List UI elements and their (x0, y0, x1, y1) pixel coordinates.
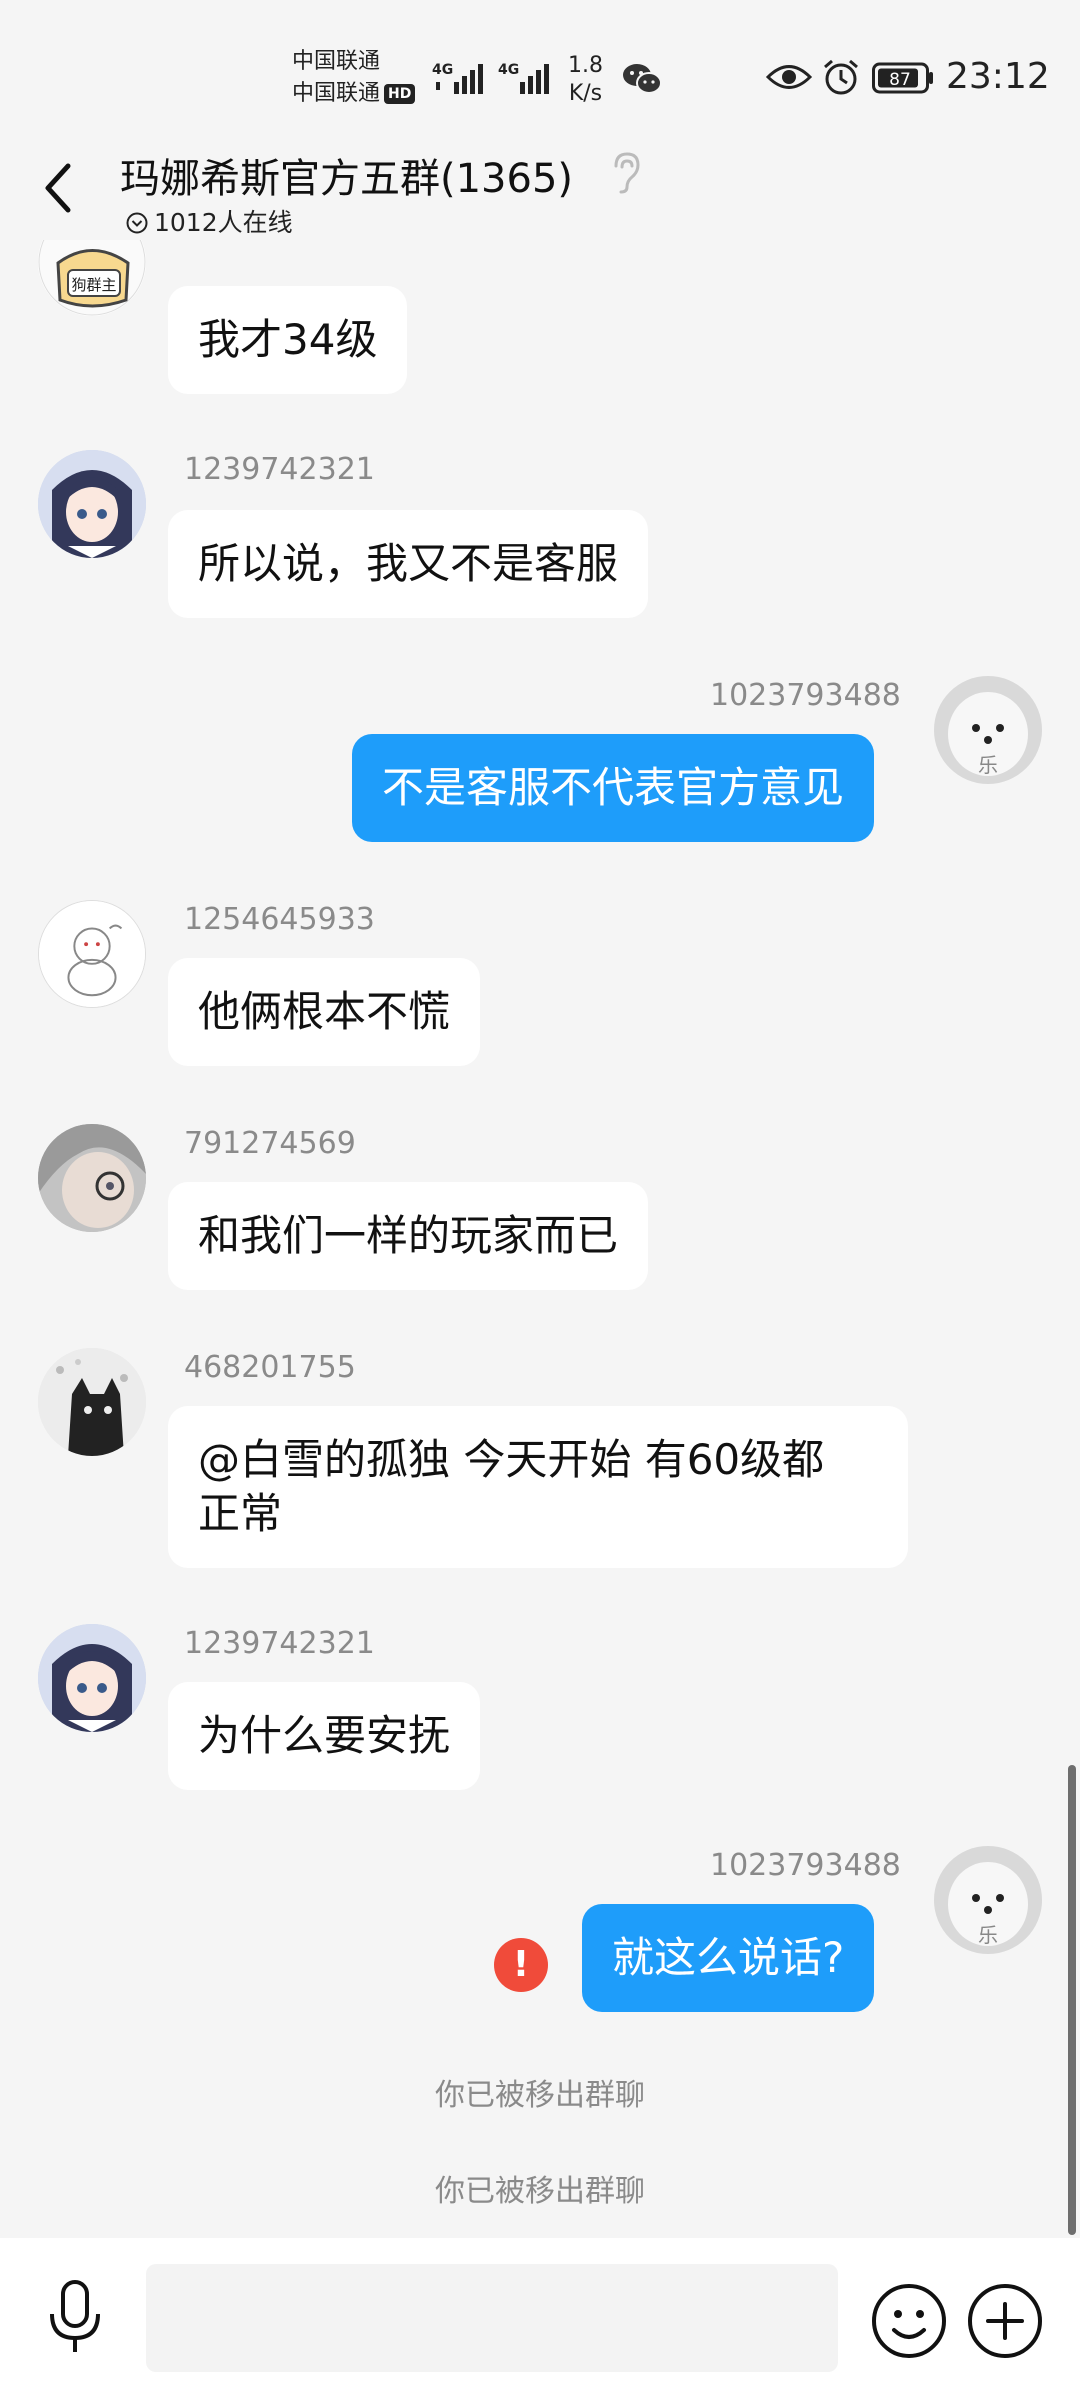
online-count[interactable]: 1012人在线 (126, 203, 293, 239)
message-text: 就这么说话? (612, 1933, 845, 1982)
anime-girl-avatar-icon (38, 450, 146, 558)
net-speed-unit: K/s (568, 81, 603, 106)
message-text: 我才34级 (198, 315, 378, 364)
message-bubble[interactable]: 为什么要安抚 (168, 1682, 481, 1790)
battery-level: 87 (889, 70, 911, 90)
message-text-line-2: 正常 (198, 1489, 283, 1538)
sender-id: 1254645933 (184, 902, 375, 937)
scrollbar[interactable] (1068, 1765, 1076, 2235)
message-bubble[interactable]: 所以说，我又不是客服 (168, 510, 649, 618)
svg-text:乐: 乐 (978, 753, 998, 777)
sender-id: 1023793488 (710, 678, 901, 713)
eye-icon (766, 65, 812, 89)
message-text: 所以说，我又不是客服 (198, 539, 619, 588)
message-bubble[interactable]: 和我们一样的玩家而已 (168, 1182, 649, 1290)
doodle-avatar-icon (39, 901, 145, 1007)
white-dog-avatar-icon: 乐 (934, 1846, 1042, 1954)
avatar-self[interactable]: 乐 (934, 1846, 1042, 1954)
outgoing-message-bubble[interactable]: 就这么说话? (582, 1904, 875, 2012)
system-notice: 你已被移出群聊 (435, 2174, 645, 2209)
wechat-icon (623, 64, 662, 94)
dog-avatar-icon: 狗群主 (38, 240, 146, 316)
avatar-468201755[interactable] (38, 1348, 146, 1456)
chat-area[interactable]: 狗群主 我才34级 1239742321 所以说，我又不是客服 10237934… (0, 240, 1080, 2230)
clock: 23:12 (946, 56, 1050, 97)
white-dog-avatar-icon: 乐 (934, 676, 1042, 784)
back-button[interactable] (38, 158, 78, 218)
avatar-group-owner[interactable]: 狗群主 (38, 240, 146, 316)
sender-id: 1023793488 (710, 1848, 901, 1883)
message-text-line-1: @白雪的孤独 今天开始 有60级都 (198, 1435, 825, 1484)
avatar-791274569[interactable] (38, 1124, 146, 1232)
message-text: 他俩根本不慌 (198, 987, 451, 1036)
input-bar (0, 2238, 1080, 2400)
system-notice: 你已被移出群聊 (435, 2078, 645, 2113)
status-bar: 中国联通 中国联通 HD 4G 4G 1.8 K/s 87 23:12 (0, 0, 1080, 130)
carrier-2: 中国联通 (292, 81, 381, 106)
group-title[interactable]: 玛娜希斯官方五群(1365) (120, 146, 573, 204)
sender-id: 1239742321 (184, 452, 375, 487)
send-failed-icon[interactable]: ! (494, 1938, 548, 1992)
sender-id: 468201755 (184, 1350, 356, 1385)
avatar-self[interactable]: 乐 (934, 676, 1042, 784)
message-text: 为什么要安抚 (198, 1711, 451, 1760)
battery-icon: 87 (872, 62, 933, 94)
message-input[interactable] (146, 2264, 838, 2372)
net-type-1: 4G (432, 62, 453, 78)
message-bubble[interactable]: 我才34级 (168, 286, 408, 394)
online-count-text: 1012人在线 (154, 208, 293, 237)
avatar-1239742321[interactable] (38, 1624, 146, 1732)
message-text: 不是客服不代表官方意见 (382, 763, 845, 812)
message-bubble[interactable]: 他俩根本不慌 (168, 958, 481, 1066)
sender-id: 1239742321 (184, 1626, 375, 1661)
net-type-2: 4G (498, 62, 519, 78)
outgoing-message-bubble[interactable]: 不是客服不代表官方意见 (352, 734, 875, 842)
black-cat-avatar-icon (38, 1348, 146, 1456)
svg-text:乐: 乐 (978, 1923, 998, 1947)
signal-icon-2: 4G (498, 62, 549, 94)
net-speed-value: 1.8 (568, 53, 603, 78)
alarm-icon (824, 59, 858, 95)
microphone-icon[interactable] (44, 2278, 106, 2358)
hd-badge: HD (384, 84, 416, 104)
emoji-icon[interactable] (870, 2282, 948, 2360)
carrier-info: 中国联通 中国联通 HD (292, 46, 416, 110)
network-speed: 1.8 K/s (568, 52, 603, 108)
svg-text:狗群主: 狗群主 (71, 276, 116, 294)
avatar-1254645933[interactable] (38, 900, 146, 1008)
earpiece-mode-icon[interactable] (608, 150, 642, 194)
message-text: 和我们一样的玩家而已 (198, 1211, 619, 1260)
sender-id: 791274569 (184, 1126, 356, 1161)
signal-icon: 4G (432, 62, 483, 94)
carrier-1: 中国联通 (292, 49, 381, 74)
chevron-down-icon (126, 212, 148, 234)
message-bubble[interactable]: @白雪的孤独 今天开始 有60级都 正常 (168, 1406, 908, 1568)
anime-girl-avatar-icon (38, 1624, 146, 1732)
plus-icon[interactable] (966, 2282, 1044, 2360)
avatar-1239742321[interactable] (38, 450, 146, 558)
glasses-avatar-icon (38, 1124, 146, 1232)
